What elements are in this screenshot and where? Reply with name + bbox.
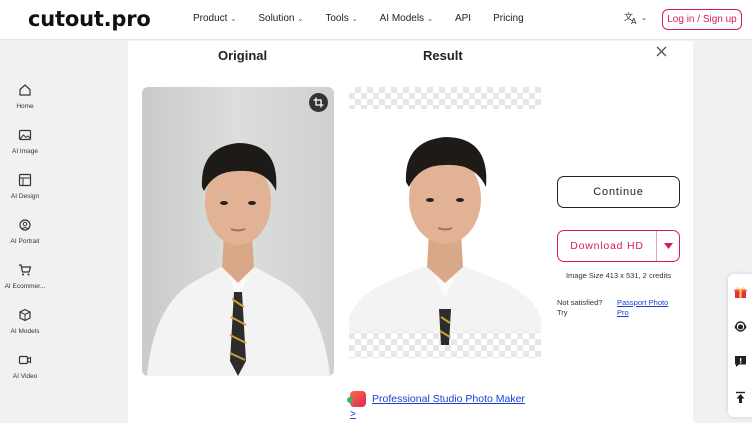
nav-tools[interactable]: Tools ⌄ <box>325 13 357 24</box>
right-floating-toolbar <box>728 274 752 417</box>
translate-icon: 文A <box>624 11 637 25</box>
download-hd-button[interactable]: Download HD <box>557 230 680 262</box>
sidebar-item-ai-video[interactable]: AI Video <box>0 353 50 380</box>
svg-text:A: A <box>631 17 637 25</box>
download-hd-label[interactable]: Download HD <box>558 231 657 261</box>
nav-api[interactable]: API <box>455 13 471 24</box>
main-nav: Product ⌄ Solution ⌄ Tools ⌄ AI Models ⌄ API… <box>193 13 546 24</box>
passport-photo-pro-link[interactable]: Passport Photo Pro <box>617 298 681 318</box>
caret-down-icon <box>663 243 673 249</box>
chevron-down-icon: ⌄ <box>641 15 647 22</box>
nav-pricing[interactable]: Pricing <box>493 13 524 24</box>
logo[interactable]: cutout.pro <box>28 7 151 31</box>
not-satisfied-text: Not satisfied? Try <box>557 298 603 317</box>
nav-pricing-label: Pricing <box>493 13 524 24</box>
download-options-dropdown[interactable] <box>657 231 679 261</box>
home-icon <box>19 84 31 96</box>
sidebar-item-home[interactable]: Home <box>0 83 50 110</box>
nav-api-label: API <box>454 13 472 24</box>
studio-photo-maker-link[interactable]: Professional Studio Photo Maker <box>372 393 525 405</box>
close-icon <box>656 46 667 57</box>
nav-ai-models[interactable]: AI Models ⌄ <box>380 13 433 24</box>
sidebar-item-ai-image[interactable]: AI Image <box>0 128 50 155</box>
video-icon <box>18 355 32 365</box>
login-signup-button[interactable]: Log in / Sign up <box>662 9 742 30</box>
nav-product[interactable]: Product ⌄ <box>193 13 236 24</box>
nav-solution[interactable]: Solution ⌄ <box>258 13 303 24</box>
cube-icon <box>19 308 31 322</box>
left-sidebar: Home AI Image AI Design AI Portrait AI E… <box>0 41 50 423</box>
sidebar-item-label: AI Video <box>12 373 38 380</box>
continue-button[interactable]: Continue <box>557 176 680 208</box>
cart-icon <box>19 264 32 276</box>
result-title: Result <box>423 48 463 63</box>
portrait-icon <box>19 219 31 231</box>
chevron-down-icon: ⌄ <box>427 15 433 23</box>
chevron-down-icon: ⌄ <box>351 15 358 23</box>
image-icon <box>18 129 32 141</box>
nav-tools-label: Tools <box>325 13 349 24</box>
sidebar-item-label: AI Design <box>10 193 40 200</box>
chevron-down-icon: ⌄ <box>230 15 237 23</box>
original-title: Original <box>218 48 268 63</box>
crop-icon <box>313 97 324 108</box>
sidebar-item-ai-models[interactable]: AI Models <box>0 308 50 335</box>
gift-icon[interactable] <box>734 286 747 299</box>
nav-product-label: Product <box>193 13 228 24</box>
close-button[interactable] <box>656 44 667 62</box>
studio-app-icon <box>347 391 366 407</box>
sidebar-item-label: AI Portrait <box>10 238 40 245</box>
sidebar-item-ai-ecommerce[interactable]: AI Ecommer... <box>0 263 50 290</box>
top-navbar: cutout.pro Product ⌄ Solution ⌄ Tools ⌄ AI … <box>0 0 752 40</box>
image-size-info: Image Size 413 x 531, 2 credits <box>565 271 672 280</box>
result-panel: Original Result Professional Studio Phot… <box>128 41 693 423</box>
chevron-down-icon: ⌄ <box>297 15 304 23</box>
original-photo <box>142 87 334 376</box>
portrait-illustration <box>147 143 330 376</box>
promo-arrow-link[interactable]: > <box>350 409 356 420</box>
sidebar-item-label: AI Models <box>10 328 40 335</box>
language-selector[interactable]: 文A ⌄ <box>624 11 647 25</box>
crop-button[interactable] <box>309 93 328 112</box>
back-to-top-icon[interactable] <box>734 391 747 404</box>
support-agent-icon[interactable] <box>734 320 747 333</box>
result-photo <box>349 87 541 358</box>
sidebar-item-label: AI Ecommer... <box>4 283 46 290</box>
nav-ai-models-label: AI Models <box>379 13 425 24</box>
sidebar-item-ai-portrait[interactable]: AI Portrait <box>0 218 50 245</box>
sidebar-item-label: Home <box>16 103 34 110</box>
sidebar-item-ai-design[interactable]: AI Design <box>0 173 50 200</box>
sidebar-item-label: AI Image <box>11 148 38 155</box>
portrait-illustration <box>349 109 541 345</box>
layout-icon <box>18 173 32 187</box>
nav-solution-label: Solution <box>258 13 295 24</box>
feedback-icon[interactable] <box>734 355 747 368</box>
